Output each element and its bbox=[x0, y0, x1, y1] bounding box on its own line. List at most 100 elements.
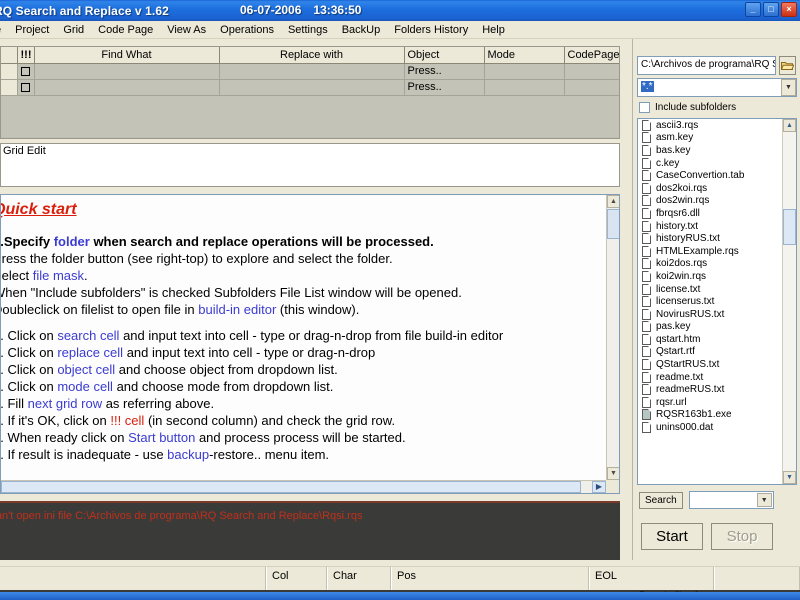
grid-cell-object[interactable]: Press.. bbox=[404, 79, 485, 96]
file-list-item[interactable]: NovirusRUS.txt bbox=[638, 308, 782, 321]
grid-cell-object[interactable]: Press.. bbox=[404, 63, 485, 80]
file-list-item[interactable]: history.txt bbox=[638, 220, 782, 233]
close-icon[interactable]: × bbox=[781, 2, 797, 17]
grid-cell-num[interactable] bbox=[1, 63, 18, 80]
quick-start-link[interactable]: file mask bbox=[33, 268, 84, 283]
quick-start-link[interactable]: search cell bbox=[57, 328, 119, 343]
quick-start-link[interactable]: replace cell bbox=[57, 345, 123, 360]
file-list-item[interactable]: readmeRUS.txt bbox=[638, 383, 782, 396]
menu-item-folders-history[interactable]: Folders History bbox=[387, 23, 475, 37]
file-list-item[interactable]: koi2win.rqs bbox=[638, 270, 782, 283]
file-list-item[interactable]: qstart.htm bbox=[638, 333, 782, 346]
grid-cell-find[interactable] bbox=[34, 63, 220, 80]
file-list-item[interactable]: dos2koi.rqs bbox=[638, 182, 782, 195]
menu-item-settings[interactable]: Settings bbox=[281, 23, 335, 37]
minimize-icon[interactable]: _ bbox=[745, 2, 761, 17]
grid-cell-bang[interactable] bbox=[17, 79, 35, 96]
chevron-down-icon[interactable]: ▼ bbox=[781, 79, 796, 96]
menu-item-e[interactable]: e bbox=[0, 23, 8, 37]
quick-start-link[interactable]: folder bbox=[54, 234, 90, 249]
file-list-item[interactable]: CaseConvertion.tab bbox=[638, 169, 782, 182]
quick-start-text: 2. Click on bbox=[0, 328, 54, 343]
grid-cell-mode[interactable] bbox=[484, 79, 565, 96]
scroll-down-icon[interactable]: ▼ bbox=[607, 467, 619, 480]
grid-col-replace-with[interactable]: Replace with bbox=[219, 47, 405, 64]
filelist-scroll-up-icon[interactable]: ▲ bbox=[783, 119, 796, 132]
file-list-item[interactable]: RQSR163b1.exe bbox=[638, 409, 782, 422]
vscroll-thumb[interactable] bbox=[607, 209, 619, 239]
grid-col-num[interactable] bbox=[1, 47, 18, 64]
filelist-scroll-down-icon[interactable]: ▼ bbox=[783, 471, 796, 484]
grid-cell-bang[interactable] bbox=[17, 63, 35, 80]
file-list-item[interactable]: unins000.dat bbox=[638, 421, 782, 434]
quick-start-link[interactable]: mode cell bbox=[57, 379, 113, 394]
grid-row[interactable]: Press.. bbox=[1, 79, 619, 96]
grid-cell-num[interactable] bbox=[1, 79, 18, 96]
grid-col-object[interactable]: Object bbox=[404, 47, 485, 64]
quick-start-link[interactable]: backup bbox=[167, 447, 209, 462]
menu-item-operations[interactable]: Operations bbox=[213, 23, 281, 37]
maximize-icon[interactable]: □ bbox=[763, 2, 779, 17]
menu-item-backup[interactable]: BackUp bbox=[335, 23, 388, 37]
file-list-item[interactable]: license.txt bbox=[638, 283, 782, 296]
file-list-item[interactable]: ascii3.rqs bbox=[638, 119, 782, 132]
grid-row[interactable]: Press.. bbox=[1, 63, 619, 80]
grid-cell-codepage[interactable] bbox=[564, 79, 619, 96]
file-list-item[interactable]: rqsr.url bbox=[638, 396, 782, 409]
grid-edit-field[interactable]: Grid Edit bbox=[0, 143, 620, 187]
editor-horizontal-scrollbar[interactable]: ▶ bbox=[1, 480, 606, 493]
bang-checkbox[interactable] bbox=[21, 66, 30, 76]
folder-open-icon[interactable] bbox=[779, 56, 796, 75]
menu-item-view-as[interactable]: View As bbox=[160, 23, 213, 37]
filelist-scroll-thumb[interactable] bbox=[783, 209, 796, 245]
quick-start-link[interactable]: Start button bbox=[128, 430, 195, 445]
rules-grid[interactable]: !!! Find What Replace with Object Mode C… bbox=[0, 46, 620, 139]
include-subfolders-row[interactable]: Include subfolders bbox=[639, 102, 736, 113]
quick-start-link[interactable]: build-in editor bbox=[198, 302, 276, 317]
file-mask-input[interactable]: *.* bbox=[637, 78, 797, 97]
grid-col-mode[interactable]: Mode bbox=[484, 47, 565, 64]
file-list-scrollbar[interactable]: ▲ ▼ bbox=[782, 119, 796, 484]
quick-start-link[interactable]: next grid row bbox=[28, 396, 102, 411]
menu-item-help[interactable]: Help bbox=[475, 23, 512, 37]
search-combo[interactable]: ▼ bbox=[688, 491, 774, 509]
menu-item-code-page[interactable]: Code Page bbox=[91, 23, 160, 37]
grid-cell-find[interactable] bbox=[34, 79, 220, 96]
chevron-down-icon[interactable]: ▼ bbox=[756, 493, 772, 507]
include-subfolders-checkbox[interactable] bbox=[639, 102, 650, 113]
grid-col-codepage[interactable]: CodePage bbox=[564, 47, 619, 64]
scroll-up-icon[interactable]: ▲ bbox=[607, 195, 619, 208]
menu-item-grid[interactable]: Grid bbox=[56, 23, 91, 37]
grid-cell-mode[interactable] bbox=[484, 63, 565, 80]
search-button[interactable]: Search bbox=[639, 491, 683, 509]
hscroll-thumb[interactable] bbox=[1, 481, 581, 493]
file-list-item[interactable]: pas.key bbox=[638, 321, 782, 334]
file-list-item[interactable]: c.key bbox=[638, 157, 782, 170]
file-list-item[interactable]: readme.txt bbox=[638, 371, 782, 384]
file-list[interactable]: ascii3.rqs asm.key bas.key c.key CaseConvert… bbox=[637, 118, 797, 485]
bang-checkbox[interactable] bbox=[21, 82, 30, 92]
file-list-item[interactable]: Qstart.rtf bbox=[638, 346, 782, 359]
file-list-item[interactable]: bas.key bbox=[638, 144, 782, 157]
grid-col-bang[interactable]: !!! bbox=[17, 47, 35, 64]
file-list-item[interactable]: koi2dos.rqs bbox=[638, 258, 782, 271]
file-list-item[interactable]: dos2win.rqs bbox=[638, 195, 782, 208]
file-list-item[interactable]: HTMLExample.rqs bbox=[638, 245, 782, 258]
menu-item-project[interactable]: Project bbox=[8, 23, 56, 37]
quick-start-link[interactable]: object cell bbox=[57, 362, 115, 377]
quick-start-link[interactable]: !!! cell bbox=[110, 413, 144, 428]
file-list-item[interactable]: QStartRUS.txt bbox=[638, 358, 782, 371]
file-list-item[interactable]: asm.key bbox=[638, 132, 782, 145]
file-list-item[interactable]: historyRUS.txt bbox=[638, 232, 782, 245]
editor-vertical-scrollbar[interactable]: ▲ ▼ bbox=[606, 195, 619, 480]
folder-path-input[interactable]: C:\Archivos de programa\RQ Searc bbox=[637, 56, 776, 75]
scroll-right-icon[interactable]: ▶ bbox=[592, 481, 606, 493]
grid-col-find-what[interactable]: Find What bbox=[34, 47, 220, 64]
grid-cell-codepage[interactable] bbox=[564, 63, 619, 80]
file-list-item[interactable]: fbrqsr6.dll bbox=[638, 207, 782, 220]
file-list-item[interactable]: licenserus.txt bbox=[638, 295, 782, 308]
grid-cell-replace[interactable] bbox=[219, 79, 405, 96]
start-button[interactable]: Start bbox=[641, 523, 703, 550]
builtin-editor[interactable]: Quick start 1.Specify folder when search… bbox=[0, 194, 620, 494]
grid-cell-replace[interactable] bbox=[219, 63, 405, 80]
